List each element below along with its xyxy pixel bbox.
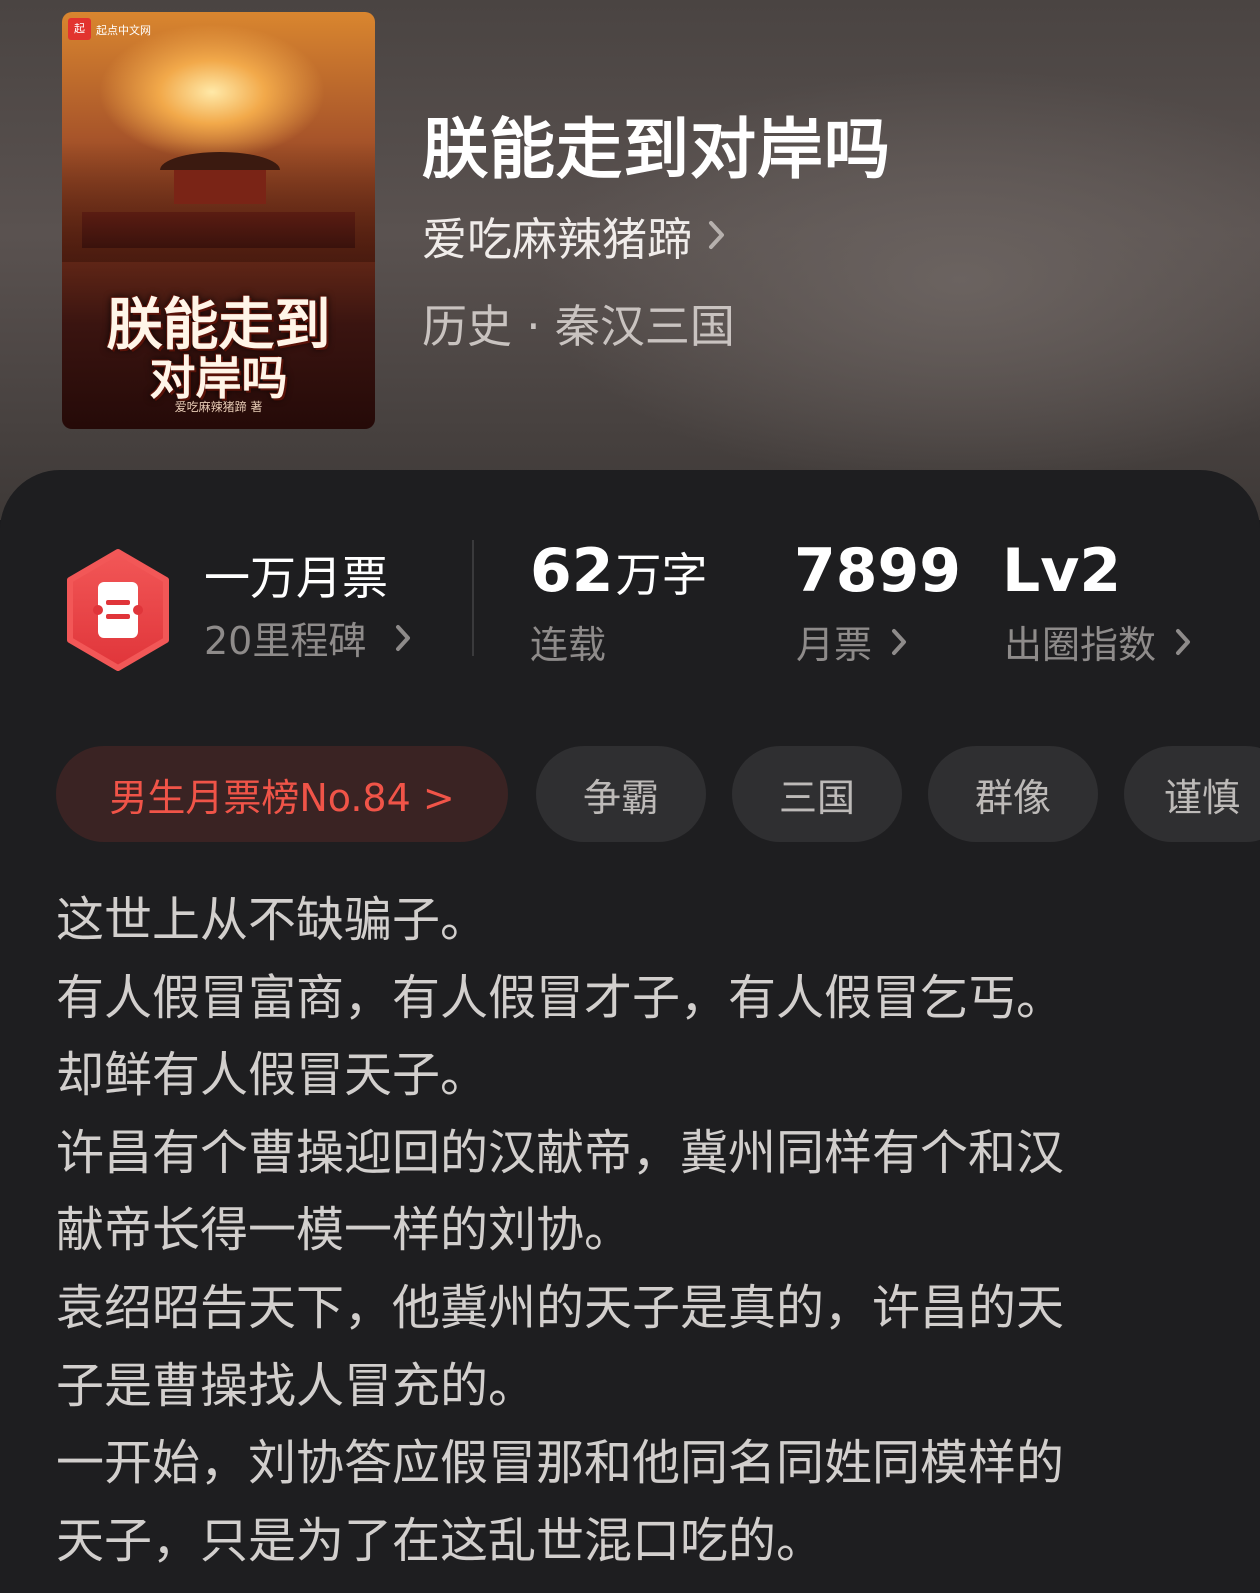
influence-index-label: 出圈指数 [1004,623,1157,667]
book-cover-image[interactable]: 起 起点中文网 朕能走到 对岸吗 爱吃麻辣猪蹄 著 [62,12,375,429]
word-count-unit: 万字 [615,548,708,602]
serial-status-text: 连载 [530,623,607,667]
stats-divider [472,540,474,656]
tag-item[interactable]: 群像 [928,746,1098,842]
word-count-number: 62 [530,536,614,606]
tag-item[interactable]: 三国 [732,746,902,842]
chevron-right-icon [1176,628,1191,655]
chevron-right-icon [396,624,411,651]
monthly-ticket-badge-icon[interactable] [62,548,174,672]
book-synopsis[interactable]: 这世上从不缺骗子。 有人假冒富商，有人假冒才子，有人假冒乞丐。 却鲜有人假冒天子… [56,882,1166,1580]
serial-status-label: 连载 [530,614,606,669]
chevron-right-icon [709,221,725,249]
book-genre[interactable]: 历史 · 秦汉三国 [422,290,735,355]
cover-palace-hall [174,170,266,204]
influence-index-link[interactable]: 出圈指数 [1004,614,1192,669]
synopsis-line: 子是曹操找人冒充的。 [56,1357,537,1414]
synopsis-line: 这世上从不缺骗子。 [56,892,489,948]
word-count-value: 62 万字 [530,536,708,606]
chevron-right-icon [892,628,907,655]
synopsis-line: 袁绍昭告天下，他冀州的天子是真的，许昌的天 [56,1279,1065,1336]
book-header: 起 起点中文网 朕能走到 对岸吗 爱吃麻辣猪蹄 著 朕能走到对岸吗 爱吃麻辣猪蹄… [0,0,1260,520]
tag-item[interactable]: 争霸 [536,746,706,842]
author-name: 爱吃麻辣猪蹄 [422,212,693,266]
tag-item[interactable]: 谨慎 [1124,746,1260,842]
synopsis-line: 有人假冒富商，有人假冒才子，有人假冒乞丐。 [56,969,1065,1026]
monthly-tickets-link[interactable]: 月票 [796,614,908,669]
book-detail-sheet: 一万月票 20里程碑 62 万字 连载 7899 月票 Lv2 出圈指数 男生月… [0,470,1260,1593]
synopsis-line: 却鲜有人假冒天子。 [56,1047,489,1104]
stats-bar: 一万月票 20里程碑 62 万字 连载 7899 月票 Lv2 出圈指数 [0,470,1260,690]
monthly-tickets-value: 7899 [794,536,961,606]
milestone-link[interactable]: 20里程碑 [204,610,412,665]
cover-publisher-name: 起点中文网 [96,24,151,37]
influence-level-value: Lv2 [1002,536,1122,606]
cover-palace-wall [82,212,355,248]
synopsis-line: 许昌有个曹操迎回的汉献帝，冀州同样有个和汉 [56,1124,1065,1181]
milestone-title: 一万月票 [204,551,388,605]
synopsis-line: 一开始，刘协答应假冒那和他同名同姓同模样的 [56,1435,1065,1492]
author-link[interactable]: 爱吃麻辣猪蹄 [422,207,728,266]
monthly-tickets-label: 月票 [796,623,873,667]
cover-author: 爱吃麻辣猪蹄 著 [174,400,263,414]
synopsis-line: 天子，只是为了在这乱世混口吃的。 [56,1512,825,1569]
book-title: 朕能走到对岸吗 [422,110,891,188]
cover-publisher-logo: 起 [68,18,91,40]
tag-row: 男生月票榜No.84 > 争霸 三国 群像 谨慎 [56,746,1260,842]
milestone-subtitle: 20里程碑 [204,619,367,663]
ranking-tag[interactable]: 男生月票榜No.84 > [56,746,508,842]
synopsis-line: 献帝长得一模一样的刘协。 [56,1202,633,1259]
